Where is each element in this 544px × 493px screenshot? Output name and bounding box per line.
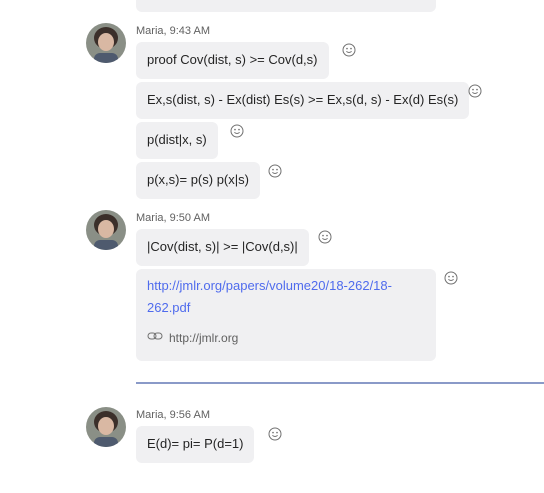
message-link[interactable]: http://jmlr.org/papers/volume20/18-262/1… — [147, 275, 425, 319]
message-bubble[interactable]: p(x,s)= p(s) p(x|s) — [136, 162, 260, 199]
smiley-icon[interactable] — [468, 84, 482, 98]
message-text: p(dist|x, s) — [147, 132, 207, 147]
link-line-2: 262.pdf — [147, 300, 191, 315]
sender-time: Maria, 9:56 AM — [136, 409, 210, 421]
message-text: proof Cov(dist, s) >= Cov(d,s) — [147, 52, 318, 67]
smiley-icon[interactable] — [230, 124, 244, 138]
message-bubble[interactable]: proof Cov(dist, s) >= Cov(d,s) — [136, 42, 329, 79]
message-bubble[interactable]: Ex,s(dist, s) - Ex(dist) Es(s) >= Ex,s(d… — [136, 82, 470, 119]
link-domain: http://jmlr.org — [169, 331, 239, 345]
smiley-icon[interactable] — [342, 43, 356, 57]
message-bubble[interactable]: |Cov(dist, s)| >= |Cov(d,s)| — [136, 229, 309, 266]
message-bubble[interactable]: p(dist|x, s) — [136, 122, 218, 159]
smiley-icon[interactable] — [268, 427, 282, 441]
link-line-1: http://jmlr.org/papers/volume20/18-262/1… — [147, 278, 392, 293]
message-text: E(d)= pi= P(d=1) — [147, 436, 244, 451]
message-text: p(x,s)= p(s) p(x|s) — [147, 172, 249, 187]
sender-time: Maria, 9:43 AM — [136, 25, 210, 37]
link-message-bubble[interactable]: http://jmlr.org/papers/volume20/18-262/1… — [136, 269, 436, 361]
new-messages-divider — [136, 382, 544, 384]
avatar[interactable] — [86, 210, 126, 250]
avatar[interactable] — [86, 23, 126, 63]
smiley-icon[interactable] — [318, 230, 332, 244]
previous-message-bubble[interactable] — [136, 0, 436, 12]
smiley-icon[interactable] — [268, 164, 282, 178]
sender-time: Maria, 9:50 AM — [136, 212, 210, 224]
message-text: |Cov(dist, s)| >= |Cov(d,s)| — [147, 239, 298, 254]
avatar[interactable] — [86, 407, 126, 447]
link-preview[interactable]: http://jmlr.org — [147, 329, 425, 347]
message-bubble[interactable]: E(d)= pi= P(d=1) — [136, 426, 255, 463]
smiley-icon[interactable] — [444, 271, 458, 285]
link-icon — [147, 329, 163, 347]
message-text: Ex,s(dist, s) - Ex(dist) Es(s) >= Ex,s(d… — [147, 92, 459, 107]
